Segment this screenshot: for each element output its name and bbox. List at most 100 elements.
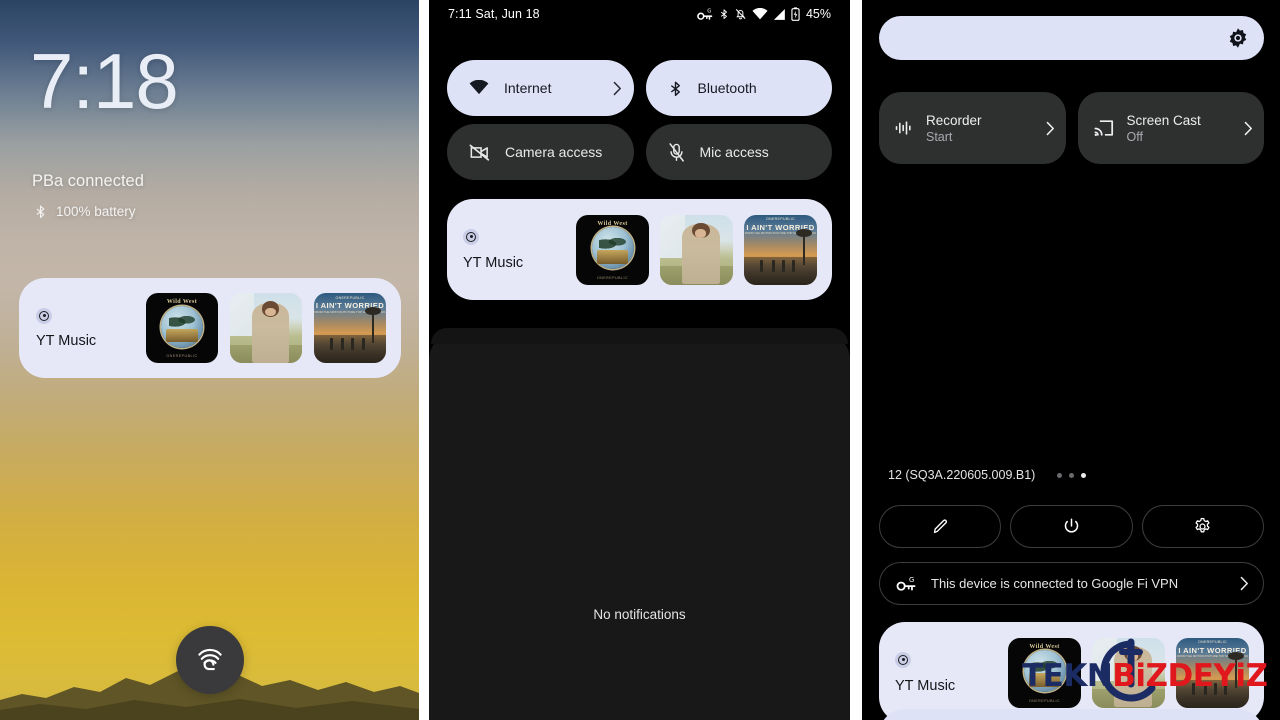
yt-music-icon — [36, 307, 52, 324]
album-art-wild-west[interactable]: Wild West ONEREPUBLIC — [576, 214, 649, 285]
bluetooth-icon — [721, 9, 727, 20]
qs-tile-internet-label: Internet — [504, 80, 552, 96]
battery-charging-icon — [791, 7, 800, 21]
vpn-key-icon: G — [697, 8, 713, 20]
recorder-icon — [895, 121, 911, 135]
power-icon — [1064, 518, 1079, 533]
qs-tile-mic-access-label: Mic access — [699, 144, 769, 160]
status-bar-icons: G 45% — [697, 7, 831, 21]
album-art-portrait[interactable] — [660, 214, 733, 285]
qs-tile-bluetooth[interactable]: Bluetooth — [645, 60, 832, 116]
notification-shade: No notifications — [429, 328, 850, 720]
media-app-name: YT Music — [463, 254, 524, 271]
status-bar: 7:11 Sat, Jun 18 G 45% — [429, 0, 850, 28]
album-art-line-top: ONEREPUBLIC — [765, 217, 796, 222]
qs-tile-internet[interactable]: Internet — [447, 60, 634, 116]
lock-screen-panel: 7:18 PBa connected 100% battery YT Music… — [0, 0, 419, 720]
lock-battery-label: 100% battery — [56, 204, 136, 219]
album-art-i-aint-worried[interactable]: ONEREPUBLIC I AIN'T WORRIED FROM THE MOT… — [314, 293, 386, 363]
edit-pencil-icon — [933, 519, 947, 534]
power-button[interactable] — [1010, 505, 1133, 548]
build-number-label: 12 (SQ3A.220605.009.B1) — [888, 468, 1036, 482]
media-album-art-list: Wild West ONEREPUBLIC ONEREPUBLIC I AIN'… — [146, 293, 386, 363]
brightness-slider[interactable] — [879, 16, 1264, 60]
qs-tile-camera-access[interactable]: Camera access — [447, 124, 634, 180]
mic-off-icon — [668, 142, 684, 162]
build-info-row: 12 (SQ3A.220605.009.B1) — [862, 468, 1280, 482]
album-art-wild-west[interactable]: Wild West ONEREPUBLIC — [146, 293, 218, 363]
lockscreen-media-widget[interactable]: YT Music Wild West ONEREPUBLIC ONEREPUBL… — [19, 278, 401, 378]
battery-percent-label: 45% — [805, 7, 831, 21]
exp-tile-screen-cast[interactable]: Screen Cast Off — [1077, 92, 1264, 164]
qs-tile-camera-access-label: Camera access — [505, 144, 603, 160]
bluetooth-icon — [670, 81, 680, 96]
quick-settings-panel: 7:11 Sat, Jun 18 G 45% Internet Bluetoot… — [429, 0, 850, 720]
album-art-title-bottom: ONEREPUBLIC — [166, 354, 198, 359]
cast-icon — [1094, 120, 1113, 137]
exp-tile-recorder-text: Recorder Start — [926, 112, 1034, 145]
album-art-title-bottom: ONEREPUBLIC — [596, 275, 629, 280]
media-app-name: YT Music — [36, 332, 97, 349]
panel-gap-1 — [419, 0, 429, 720]
wifi-icon — [469, 80, 489, 95]
exp-tile-screen-cast-title: Screen Cast — [1126, 112, 1201, 128]
album-art-portrait[interactable] — [1092, 637, 1165, 708]
vpn-status-label: This device is connected to Google Fi VP… — [931, 576, 1179, 591]
album-art-portrait[interactable] — [230, 293, 302, 363]
svg-text:G: G — [909, 576, 914, 584]
chevron-right-icon — [613, 81, 621, 95]
vpn-status-row[interactable]: G This device is connected to Google Fi … — [879, 562, 1264, 605]
panel-gap-2 — [850, 0, 862, 720]
album-art-line-top: ONEREPUBLIC — [1197, 640, 1228, 645]
wifi-icon — [752, 7, 768, 19]
expanded-media-widget[interactable]: YT Music Wild West ONEREPUBLIC ONEREPUBL… — [879, 622, 1264, 720]
album-art-title-top: Wild West — [1029, 643, 1060, 650]
lock-battery-row: 100% battery — [34, 204, 136, 219]
media-widget-info: YT Music — [36, 307, 146, 349]
media-app-name: YT Music — [895, 677, 956, 694]
exp-tile-recorder-subtitle: Start — [926, 129, 953, 144]
media-album-art-list: Wild West ONEREPUBLIC ONEREPUBLIC I AIN'… — [576, 214, 817, 285]
page-dot-2[interactable] — [1069, 472, 1075, 478]
fingerprint-icon — [197, 648, 222, 671]
camera-off-icon — [469, 144, 490, 161]
notifications-off-icon — [735, 9, 746, 20]
album-art-line-top: ONEREPUBLIC — [335, 295, 365, 300]
page-indicator-dots[interactable] — [1057, 472, 1087, 478]
qs-tile-mic-access[interactable]: Mic access — [645, 124, 832, 180]
vpn-key-icon: G — [896, 576, 916, 591]
exp-tile-screen-cast-text: Screen Cast Off — [1127, 112, 1233, 145]
mobile-signal-icon — [773, 8, 785, 20]
exp-tile-recorder[interactable]: Recorder Start — [879, 92, 1066, 164]
qs-tile-bluetooth-label: Bluetooth — [697, 80, 757, 96]
chevron-right-icon — [1046, 121, 1054, 135]
status-bar-clock: 7:11 Sat, Jun 18 — [448, 7, 540, 21]
media-album-art-list: Wild West ONEREPUBLIC ONEREPUBLIC I AIN'… — [1008, 637, 1249, 708]
media-widget-info: YT Music — [895, 651, 1008, 694]
chevron-right-icon — [1240, 576, 1248, 591]
action-pill-row — [879, 505, 1264, 548]
brightness-icon — [1229, 28, 1247, 48]
expanded-tile-grid: Recorder Start Screen Cast Off — [879, 92, 1264, 164]
bluetooth-icon — [36, 205, 45, 219]
gear-icon — [1195, 517, 1210, 533]
expanded-quick-settings-panel: Recorder Start Screen Cast Off 12 (SQ3A.… — [862, 0, 1280, 720]
no-notifications-text: No notifications — [593, 607, 686, 622]
expanded-media-widget-next[interactable] — [879, 709, 1264, 720]
settings-button[interactable] — [1141, 505, 1264, 548]
fingerprint-unlock-button[interactable] — [175, 626, 244, 694]
screenshot-stage: 7:18 PBa connected 100% battery YT Music… — [0, 0, 1280, 720]
album-art-wild-west[interactable]: Wild West ONEREPUBLIC — [1008, 637, 1081, 708]
qs-media-widget[interactable]: YT Music Wild West ONEREPUBLIC ONEREPUBL… — [447, 199, 832, 300]
album-art-i-aint-worried[interactable]: ONEREPUBLIC I AIN'T WORRIED FROM THE MOT… — [1176, 637, 1249, 708]
edit-tiles-button[interactable] — [879, 505, 1002, 548]
album-art-title-top: Wild West — [597, 220, 628, 227]
page-dot-3[interactable] — [1081, 472, 1087, 478]
album-art-i-aint-worried[interactable]: ONEREPUBLIC I AIN'T WORRIED FROM THE MOT… — [744, 214, 817, 285]
exp-tile-screen-cast-subtitle: Off — [1126, 129, 1143, 144]
chevron-right-icon — [1244, 121, 1252, 135]
album-art-title-top: Wild West — [166, 299, 198, 306]
lock-status-text: PBa connected — [32, 172, 144, 190]
page-dot-1[interactable] — [1057, 472, 1063, 478]
svg-text:G: G — [707, 8, 711, 14]
